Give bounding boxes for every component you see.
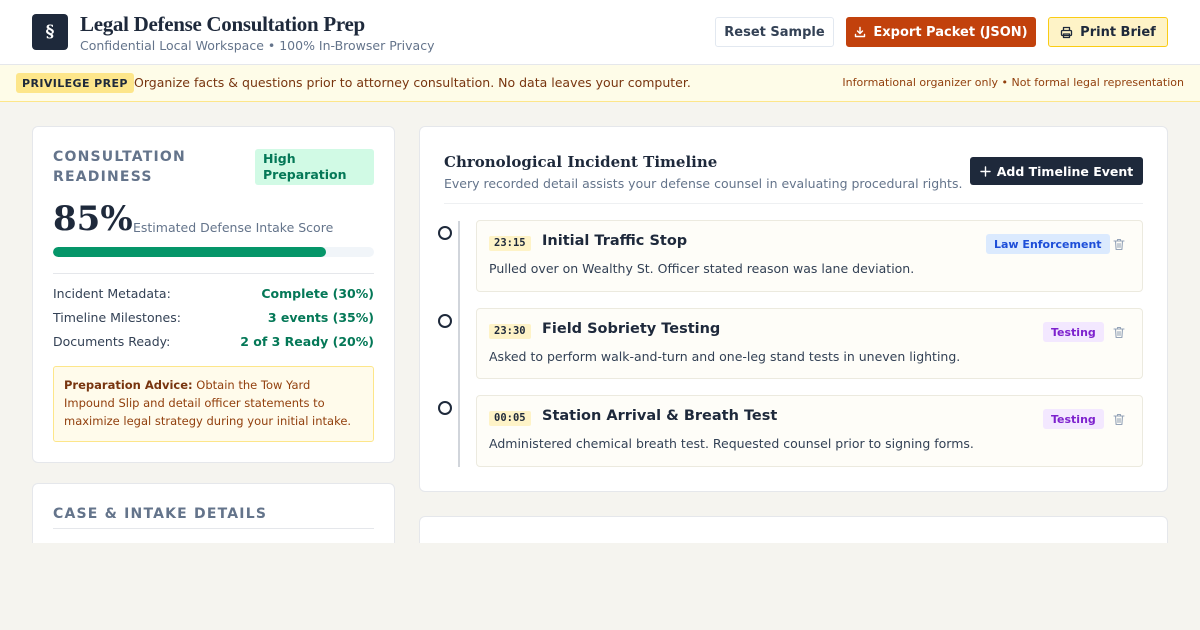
timeline-divider (444, 203, 1143, 204)
readiness-progress-fill (53, 247, 326, 257)
case-intake-heading: CASE & INTAKE DETAILS (53, 506, 268, 522)
timeline-dot (438, 226, 452, 240)
preparation-advice-box: Preparation Advice: Obtain the Tow Yard … (53, 366, 374, 442)
metric-value-timeline-milestones: 3 events (35%) (267, 310, 374, 325)
add-timeline-event-button[interactable]: Add Timeline Event (970, 157, 1143, 185)
print-brief-button[interactable]: Print Brief (1048, 17, 1168, 47)
event-category-tag: Law Enforcement (986, 234, 1110, 254)
timeline-dot (438, 401, 452, 415)
event-category-tag: Testing (1043, 322, 1104, 342)
event-title: Station Arrival & Breath Test (542, 408, 778, 424)
event-title: Field Sobriety Testing (542, 321, 721, 337)
timeline-event[interactable]: 23:30 Field Sobriety Testing Testing Ask… (476, 308, 1143, 379)
timeline-line (458, 221, 460, 467)
privilege-banner: PRIVILEGE PREP Organize facts & question… (0, 65, 1200, 102)
banner-disclaimer: Informational organizer only • Not forma… (842, 76, 1184, 89)
preparation-level-badge: High Preparation (255, 149, 374, 185)
printer-icon (1061, 26, 1073, 38)
add-timeline-event-label: Add Timeline Event (996, 163, 1134, 179)
banner-message: Organize facts & questions prior to atto… (134, 75, 691, 90)
trash-icon[interactable] (1113, 326, 1125, 339)
metric-value-documents-ready: 2 of 3 Ready (20%) (240, 334, 374, 349)
timeline-event[interactable]: 23:15 Initial Traffic Stop Law Enforceme… (476, 220, 1143, 292)
incident-timeline-card: Chronological Incident Timeline Every re… (419, 126, 1168, 492)
advice-title: Preparation Advice: (64, 378, 193, 392)
trash-icon[interactable] (1113, 238, 1125, 251)
download-icon (855, 26, 866, 38)
plus-icon (980, 165, 991, 177)
metric-label-incident-metadata: Incident Metadata: (53, 286, 171, 301)
app-subtitle: Confidential Local Workspace • 100% In-B… (80, 38, 435, 53)
event-time: 23:30 (489, 324, 531, 339)
readiness-score-label: Estimated Defense Intake Score (133, 220, 334, 235)
event-description: Administered chemical breath test. Reque… (489, 436, 974, 451)
readiness-progress-bar (53, 247, 374, 257)
privilege-prep-badge: PRIVILEGE PREP (16, 73, 134, 93)
metric-value-incident-metadata: Complete (30%) (261, 286, 374, 301)
event-title: Initial Traffic Stop (542, 233, 688, 249)
consultation-readiness-card: CONSULTATION READINESS High Preparation … (32, 126, 395, 463)
event-description: Asked to perform walk-and-turn and one-l… (489, 349, 961, 364)
section-sign-logo-icon: § (32, 14, 68, 50)
app-header: § Legal Defense Consultation Prep Confid… (0, 0, 1200, 65)
timeline-title: Chronological Incident Timeline (444, 153, 718, 171)
timeline-dot (438, 314, 452, 328)
metric-label-timeline-milestones: Timeline Milestones: (53, 310, 181, 325)
metric-label-documents-ready: Documents Ready: (53, 334, 171, 349)
event-time: 23:15 (489, 236, 531, 251)
trash-icon[interactable] (1113, 413, 1125, 426)
readiness-score: 85% (53, 199, 133, 239)
page-background (0, 543, 1200, 630)
export-packet-label: Export Packet (JSON) (873, 24, 1028, 40)
readiness-heading: CONSULTATION READINESS (53, 149, 186, 185)
timeline-subtitle: Every recorded detail assists your defen… (444, 176, 963, 191)
event-time: 00:05 (489, 411, 531, 426)
reset-sample-label: Reset Sample (724, 24, 825, 40)
export-packet-button[interactable]: Export Packet (JSON) (846, 17, 1036, 47)
details-divider (53, 528, 374, 529)
timeline-event[interactable]: 00:05 Station Arrival & Breath Test Test… (476, 395, 1143, 467)
print-brief-label: Print Brief (1080, 24, 1156, 40)
readiness-divider (53, 273, 374, 274)
event-category-tag: Testing (1043, 409, 1104, 429)
app-title: Legal Defense Consultation Prep (80, 12, 365, 36)
reset-sample-button[interactable]: Reset Sample (715, 17, 834, 47)
event-description: Pulled over on Wealthy St. Officer state… (489, 261, 915, 276)
